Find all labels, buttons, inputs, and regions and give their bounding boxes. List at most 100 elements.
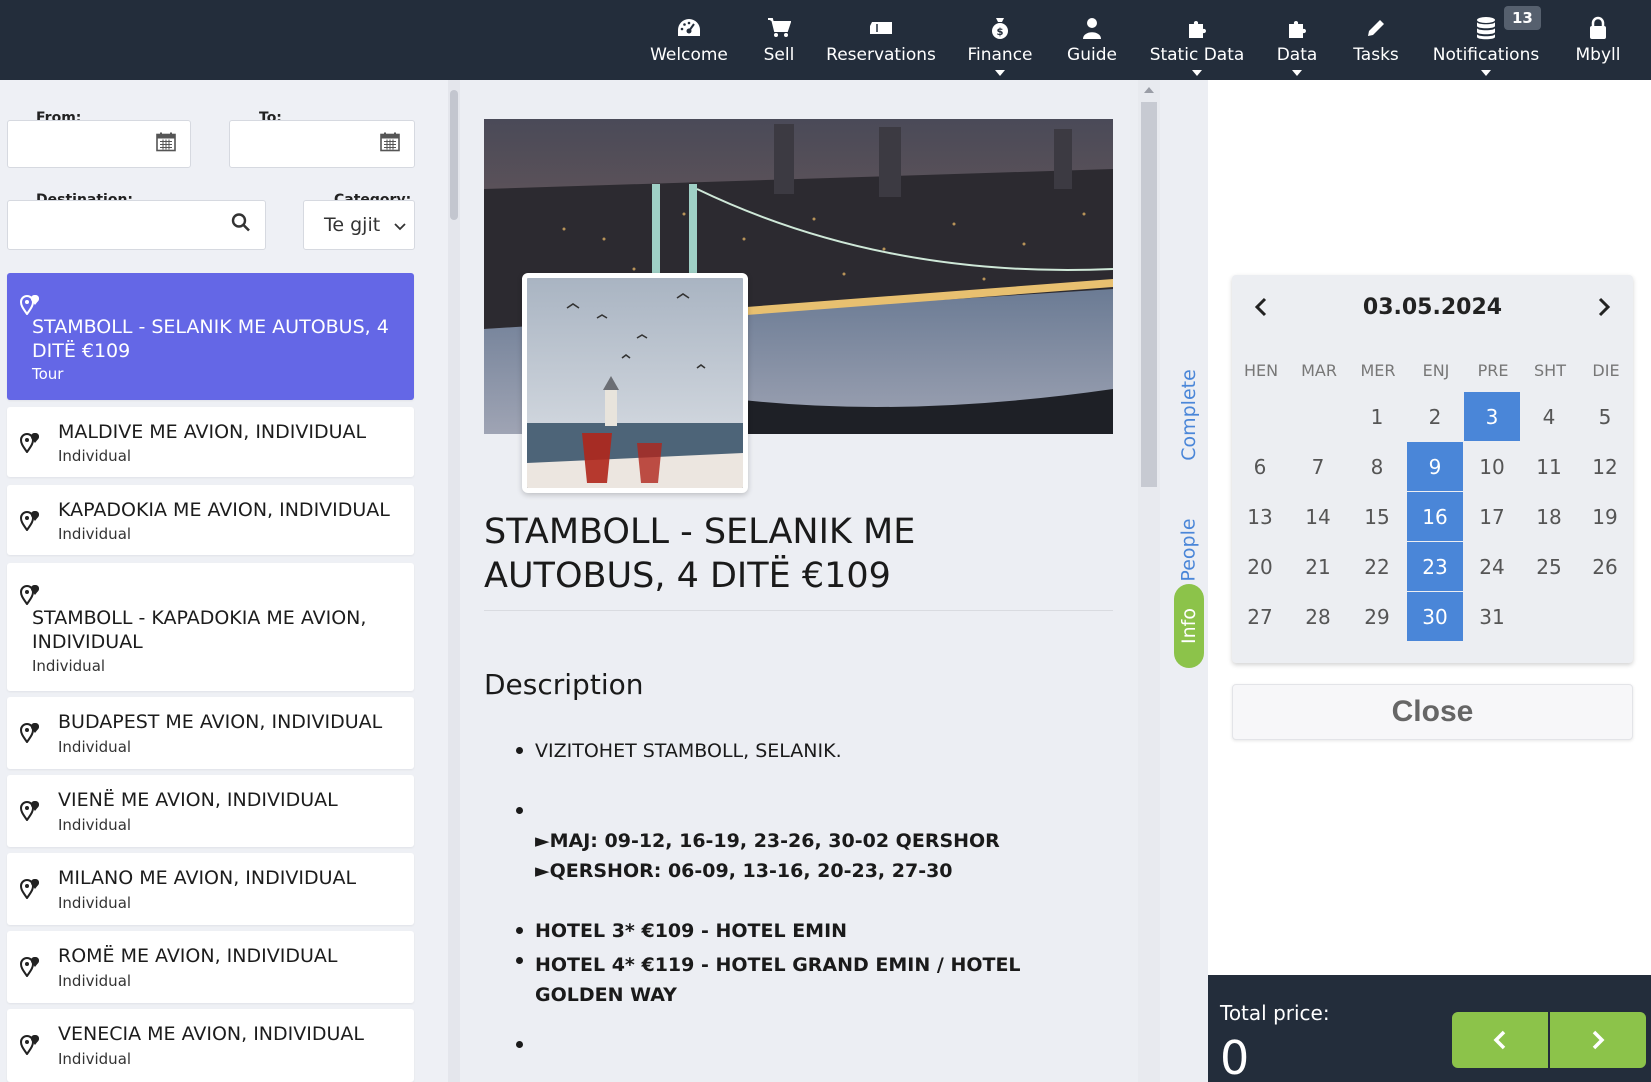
chevron-right-icon (1592, 1030, 1605, 1050)
tour-list-item[interactable]: BUDAPEST ME AVION, INDIVIDUAL Individual (7, 697, 414, 769)
calendar-day[interactable]: 26 (1577, 542, 1633, 591)
calendar-day[interactable]: 17 (1464, 492, 1520, 541)
tour-list-item[interactable]: VENECIA ME AVION, INDIVIDUAL Individual (7, 1009, 414, 1082)
tour-list-scrollbar[interactable] (448, 80, 460, 1082)
tour-title: VIENË ME AVION, INDIVIDUAL (58, 789, 338, 811)
nav-sell[interactable]: Sell (755, 0, 803, 80)
calendar-icon[interactable] (156, 132, 176, 157)
calendar-day[interactable]: 14 (1290, 492, 1346, 541)
tour-list-item[interactable]: ROMË ME AVION, INDIVIDUAL Individual (7, 931, 414, 1003)
tour-list-item[interactable]: KAPADOKIA ME AVION, INDIVIDUAL Individua… (7, 485, 414, 555)
tour-type: Individual (58, 738, 132, 756)
scroll-up-arrow-icon[interactable] (1144, 87, 1154, 93)
calendar-day[interactable]: 16 (1407, 492, 1463, 541)
calendar-day[interactable]: 1 (1349, 392, 1405, 441)
map-pin-icon (19, 1033, 41, 1060)
money-bag-icon: $ (989, 15, 1011, 41)
total-price-value: 0 (1220, 1031, 1250, 1082)
calendar-day[interactable]: 25 (1521, 542, 1577, 591)
calendar-day[interactable]: 31 (1464, 592, 1520, 641)
calendar-day[interactable]: 21 (1290, 542, 1346, 591)
divider (484, 610, 1113, 611)
scrollbar-thumb[interactable] (450, 90, 458, 220)
tab-info[interactable]: Info (1174, 584, 1204, 668)
next-step-button[interactable] (1550, 1012, 1646, 1068)
close-calendar-button[interactable]: Close (1232, 684, 1633, 740)
tour-list-item[interactable]: MILANO ME AVION, INDIVIDUAL Individual (7, 853, 414, 925)
calendar-day[interactable]: 8 (1349, 442, 1405, 491)
calendar-day[interactable]: 28 (1290, 592, 1346, 641)
calendar-day[interactable]: 23 (1407, 542, 1463, 591)
tour-list-item[interactable]: VIENË ME AVION, INDIVIDUAL Individual (7, 775, 414, 847)
destination-search-input[interactable] (7, 200, 266, 250)
nav-tasks[interactable]: Tasks (1350, 0, 1402, 80)
weekday-header: SHT (1534, 361, 1566, 380)
calendar-day[interactable]: 15 (1349, 492, 1405, 541)
calendar-day[interactable]: 22 (1349, 542, 1405, 591)
tour-title: ROMË ME AVION, INDIVIDUAL (58, 945, 338, 967)
search-icon[interactable] (231, 213, 251, 238)
weekday-header: HEN (1243, 361, 1279, 380)
calendar-icon[interactable] (380, 132, 400, 157)
calendar-day[interactable]: 18 (1521, 492, 1577, 541)
map-pin-icon (19, 509, 41, 536)
puzzle-icon (1285, 15, 1309, 41)
weekday-header: MAR (1301, 361, 1337, 380)
calendar-day[interactable]: 6 (1232, 442, 1288, 491)
calendar-day-selected[interactable]: 3 (1464, 392, 1520, 441)
tour-title: MILANO ME AVION, INDIVIDUAL (58, 867, 357, 889)
calendar-day[interactable]: 9 (1407, 442, 1463, 491)
nav-logout[interactable]: Mbyll (1570, 0, 1626, 80)
calendar-day[interactable]: 24 (1464, 542, 1520, 591)
chevron-left-icon (1493, 1030, 1506, 1050)
calendar-day[interactable]: 7 (1290, 442, 1346, 491)
calendar-day[interactable]: 20 (1232, 542, 1288, 591)
calendar-day[interactable]: 4 (1521, 392, 1577, 441)
nav-welcome[interactable]: Welcome (645, 0, 733, 80)
notification-count-badge: 13 (1504, 6, 1541, 30)
booking-panel: 03.05.2024 HEN MAR MER ENJ PRE SHT DIE 1 2 3 4 5 6 7 8… (1208, 80, 1651, 1082)
nav-data[interactable]: Data (1272, 0, 1322, 80)
next-month-button[interactable] (1597, 297, 1611, 322)
calendar-day[interactable]: 13 (1232, 492, 1288, 541)
chevron-down-icon (995, 70, 1005, 76)
calendar-day[interactable]: 11 (1521, 442, 1577, 491)
tab-complete[interactable]: Complete (1174, 350, 1204, 480)
detail-scrollbar[interactable] (1138, 80, 1160, 1082)
to-date-input[interactable] (229, 120, 415, 168)
pencil-icon (1365, 15, 1387, 41)
tour-list-item[interactable]: MALDIVE ME AVION, INDIVIDUAL Individual (7, 407, 414, 477)
tour-type: Individual (58, 972, 132, 990)
nav-label: Guide (1067, 45, 1117, 65)
scrollbar-thumb[interactable] (1141, 102, 1157, 487)
tour-list-item[interactable]: STAMBOLL - KAPADOKIA ME AVION, INDIVIDUA… (7, 563, 414, 691)
calendar-day[interactable]: 29 (1349, 592, 1405, 641)
nav-finance[interactable]: $ Finance (960, 0, 1040, 80)
database-icon (1475, 15, 1497, 41)
from-date-input[interactable] (7, 120, 191, 168)
lock-icon (1588, 15, 1608, 41)
inset-image-maidens-tower (522, 273, 748, 493)
bullet (516, 957, 523, 964)
nav-reservations[interactable]: Reservations (826, 0, 936, 80)
cart-icon (767, 15, 791, 41)
nav-static-data[interactable]: Static Data (1148, 0, 1246, 80)
nav-guide[interactable]: Guide (1064, 0, 1120, 80)
calendar-day[interactable]: 10 (1464, 442, 1520, 491)
dates-june: ►QERSHOR: 06-09, 13-16, 20-23, 27-30 (535, 860, 953, 882)
calendar-day[interactable]: 2 (1407, 392, 1463, 441)
calendar-day[interactable]: 30 (1407, 592, 1463, 641)
calendar-month-label: 03.05.2024 (1362, 295, 1503, 320)
nav-label: Finance (967, 45, 1033, 65)
tour-detail-panel: STAMBOLL - SELANIK ME AUTOBUS, 4 DITË €1… (460, 80, 1138, 1082)
tour-title: STAMBOLL - KAPADOKIA ME AVION, INDIVIDUA… (32, 607, 367, 653)
calendar-day[interactable]: 19 (1577, 492, 1633, 541)
calendar-day[interactable]: 5 (1577, 392, 1633, 441)
previous-step-button[interactable] (1452, 1012, 1548, 1068)
tab-info-label: Info (1178, 608, 1200, 644)
category-select[interactable]: Te gjit (303, 200, 415, 250)
calendar-day[interactable]: 27 (1232, 592, 1288, 641)
tour-list-item-active[interactable]: STAMBOLL - SELANIK ME AUTOBUS, 4 DITË €1… (7, 273, 414, 400)
nav-label: Static Data (1149, 45, 1245, 65)
calendar-day[interactable]: 12 (1577, 442, 1633, 491)
